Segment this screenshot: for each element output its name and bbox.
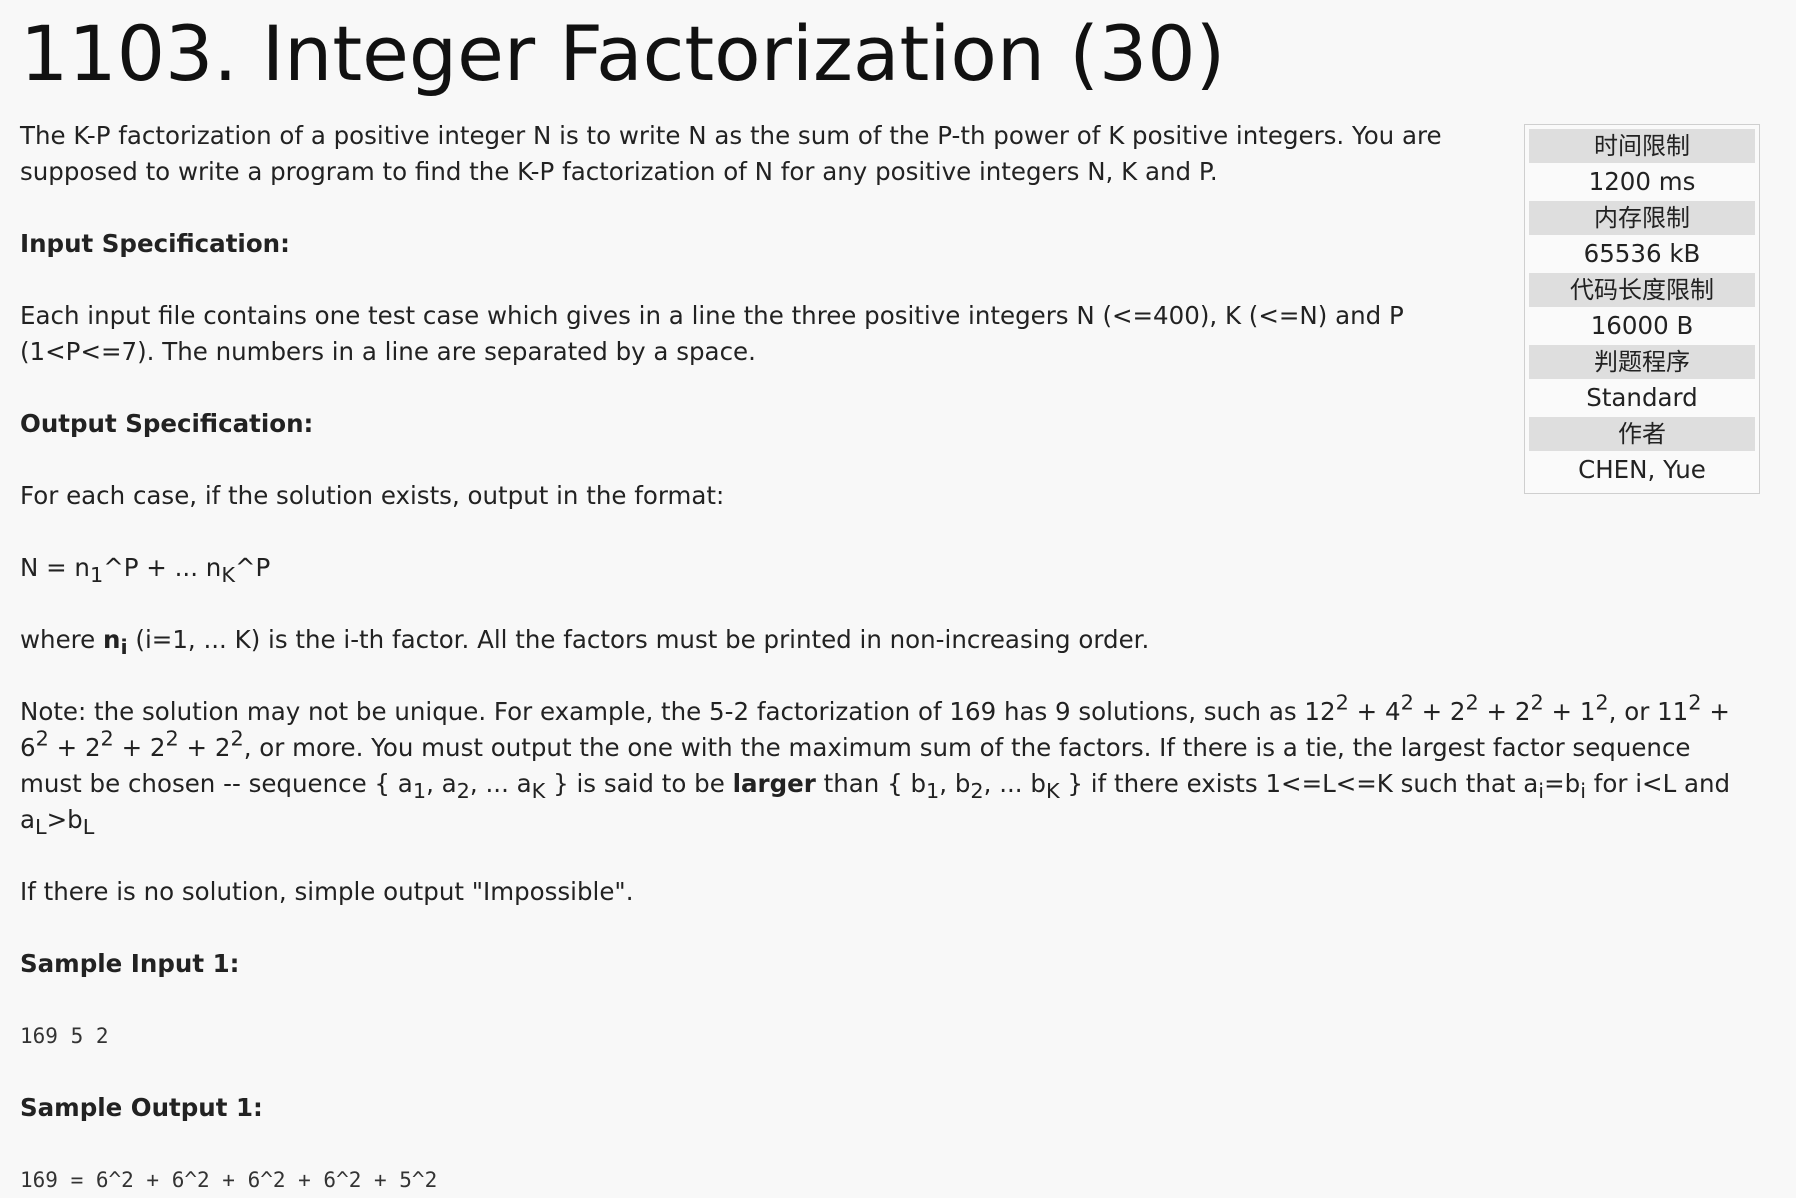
problem-content: The K-P factorization of a positive inte… bbox=[20, 118, 1760, 1198]
input-spec-heading: Input Specification: bbox=[20, 229, 290, 258]
input-spec-body: Each input file contains one test case w… bbox=[20, 301, 1404, 366]
output-format-line: N = n1^P + ... nK^P bbox=[20, 553, 271, 588]
page-title: 1103. Integer Factorization (30) bbox=[20, 9, 1226, 98]
sample-output-code: 169 = 6^2 + 6^2 + 6^2 + 6^2 + 5^2 bbox=[20, 1168, 438, 1192]
impossible-note: If there is no solution, simple output "… bbox=[20, 877, 634, 906]
factor-description: where ni (i=1, ... K) is the i-th factor… bbox=[20, 625, 1150, 660]
output-spec-heading: Output Specification: bbox=[20, 409, 314, 438]
output-format-intro: For each case, if the solution exists, o… bbox=[20, 481, 725, 510]
sample-input-heading: Sample Input 1: bbox=[20, 949, 240, 978]
sample-input-code: 169 5 2 bbox=[20, 1024, 109, 1048]
sample-output-heading: Sample Output 1: bbox=[20, 1093, 263, 1122]
note-paragraph: Note: the solution may not be unique. Fo… bbox=[20, 690, 1731, 840]
problem-intro: The K-P factorization of a positive inte… bbox=[20, 121, 1442, 186]
